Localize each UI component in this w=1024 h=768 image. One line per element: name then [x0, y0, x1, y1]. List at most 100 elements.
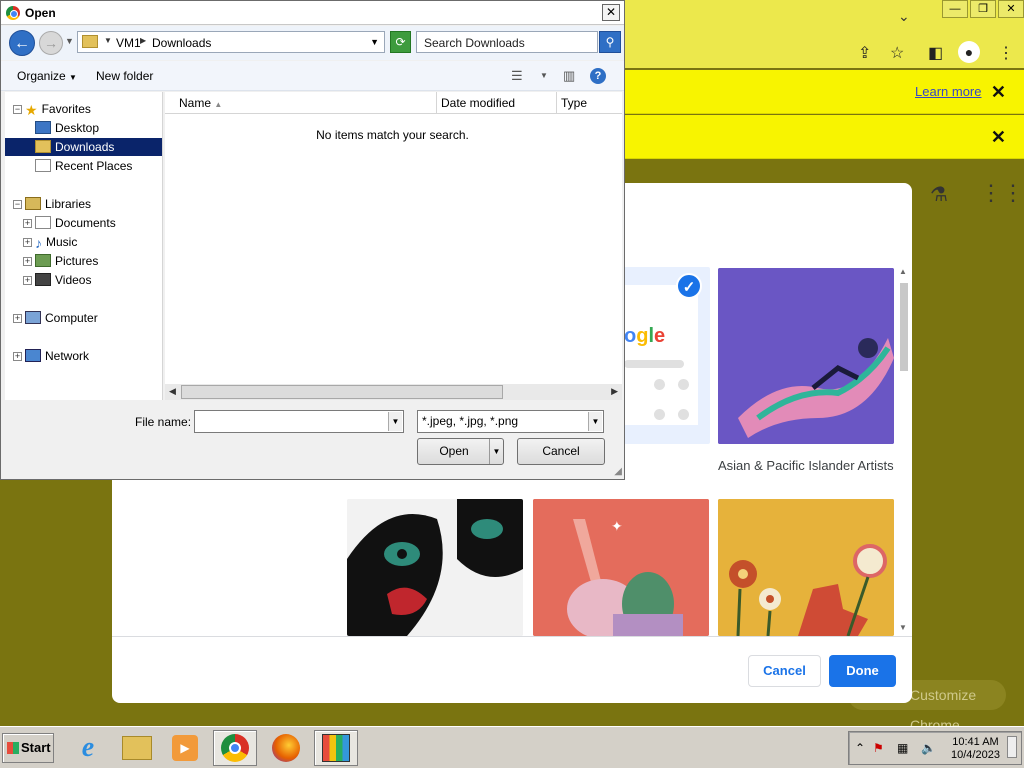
tree-downloads-label: Downloads [55, 140, 115, 154]
address-dropdown-icon[interactable]: ▼ [370, 37, 379, 47]
expand-documents-icon[interactable]: + [23, 219, 32, 228]
scroll-left-arrow-icon[interactable]: ◀ [169, 386, 176, 397]
background-tile-api-artists[interactable] [718, 268, 894, 444]
breadcrumb-separator-icon[interactable]: ▶ [140, 36, 146, 45]
tree-computer[interactable]: Computer [25, 309, 98, 327]
expand-computer-icon[interactable]: + [13, 314, 22, 323]
column-header-name[interactable]: Name ▲ [165, 92, 437, 114]
expand-music-icon[interactable]: + [23, 238, 32, 247]
background-tile-portrait[interactable]: ✦ [533, 499, 709, 636]
customize-done-button[interactable]: Done [829, 655, 896, 687]
media-player-icon[interactable]: ▶ [163, 730, 207, 766]
infobar-1-close-icon[interactable]: ✕ [991, 82, 1006, 103]
address-bar[interactable]: ▼ VM1 ▶ Downloads ▼ [77, 31, 385, 53]
expand-pictures-icon[interactable]: + [23, 257, 32, 266]
cancel-button[interactable]: Cancel [517, 438, 605, 465]
learn-more-link[interactable]: Learn more [915, 84, 981, 99]
firefox-icon[interactable] [264, 730, 308, 766]
bookmark-star-icon[interactable]: ☆ [890, 43, 904, 63]
scroll-right-arrow-icon[interactable]: ▶ [611, 386, 618, 397]
taskbar-clock[interactable]: 10:41 AM 10/4/2023 [951, 736, 1000, 762]
tree-videos[interactable]: Videos [35, 271, 91, 289]
column-header-type[interactable]: Type [557, 92, 622, 114]
labs-flask-icon[interactable]: ⚗ [930, 182, 948, 207]
back-arrow-icon[interactable]: ← [9, 30, 35, 56]
expand-videos-icon[interactable]: + [23, 276, 32, 285]
side-panel-icon[interactable]: ◧ [928, 43, 943, 63]
tree-network[interactable]: Network [25, 347, 89, 365]
collapse-favorites-icon[interactable]: − [13, 105, 22, 114]
restore-button[interactable]: ❐ [970, 0, 996, 18]
dialog-close-button[interactable]: ✕ [602, 4, 620, 21]
file-list-pane[interactable]: Name ▲ Date modified Type No items match… [165, 92, 622, 400]
tree-desktop[interactable]: Desktop [35, 119, 99, 137]
menu-kebab-icon[interactable]: ⋮ [998, 43, 1014, 63]
tree-pictures[interactable]: Pictures [35, 252, 98, 270]
show-desktop-button[interactable] [1007, 736, 1017, 758]
search-input[interactable]: Search Downloads [416, 31, 598, 53]
taskbar: Start e ▶ ⌃ ⚑ ▦ 🔈 10:41 AM 10/4/2023 [0, 726, 1024, 768]
recent-locations-chevron-icon[interactable]: ▼ [65, 36, 74, 46]
start-button[interactable]: Start [2, 733, 54, 763]
open-split-dropdown-icon[interactable]: ▼ [489, 439, 503, 464]
scroll-thumb[interactable] [900, 283, 908, 371]
action-center-flag-icon[interactable]: ⚑ [873, 741, 884, 755]
minimize-button[interactable]: — [942, 0, 968, 18]
file-name-dropdown-icon[interactable]: ▼ [388, 412, 402, 431]
horizontal-scrollbar[interactable]: ◀ ▶ [165, 384, 622, 400]
collapse-libraries-icon[interactable]: − [13, 200, 22, 209]
search-icon[interactable]: ⚲ [599, 31, 621, 53]
network-status-icon[interactable]: ▦ [897, 741, 908, 755]
view-options-chevron-icon[interactable]: ▼ [540, 71, 548, 80]
show-hidden-icons-chevron-icon[interactable]: ⌃ [855, 741, 865, 755]
refresh-icon[interactable]: ⟳ [390, 31, 411, 53]
background-tile-formline[interactable] [347, 499, 523, 636]
libraries-icon [25, 197, 41, 210]
breadcrumb-downloads[interactable]: Downloads [152, 36, 211, 50]
music-note-icon: ♪ [35, 235, 42, 251]
collection-scrollbar[interactable]: ▲ ▼ [898, 267, 910, 637]
forward-arrow-icon[interactable]: → [39, 31, 63, 55]
background-tile-flowers[interactable] [718, 499, 894, 636]
profile-avatar-icon[interactable]: ● [958, 41, 980, 63]
column-header-date[interactable]: Date modified [437, 92, 557, 114]
breadcrumb-separator-icon[interactable]: ▼ [104, 36, 112, 45]
dialog-title-bar[interactable]: Open ✕ [1, 1, 624, 25]
scroll-down-arrow-icon[interactable]: ▼ [899, 623, 907, 632]
tree-music[interactable]: ♪ Music [35, 233, 77, 251]
app-window-icon[interactable] [314, 730, 358, 766]
share-icon[interactable]: ⇪ [858, 43, 871, 63]
tree-libraries[interactable]: Libraries [25, 195, 91, 213]
resize-grip-icon[interactable]: ◢ [614, 466, 622, 477]
help-icon[interactable]: ? [590, 68, 606, 84]
file-explorer-icon[interactable] [115, 730, 159, 766]
organize-button[interactable]: Organize ▼ [17, 69, 77, 83]
chrome-taskbar-icon[interactable] [213, 730, 257, 766]
close-window-button[interactable]: ✕ [998, 0, 1024, 18]
horizontal-scroll-thumb[interactable] [181, 385, 503, 399]
tree-favorites[interactable]: ★ Favorites [25, 100, 91, 118]
tree-documents[interactable]: Documents [35, 214, 116, 232]
file-type-dropdown-icon[interactable]: ▼ [588, 412, 602, 431]
expand-network-icon[interactable]: + [13, 352, 22, 361]
navigation-pane: − ★ Favorites Desktop Downloads Recent Pl… [5, 92, 163, 400]
infobar-2-close-icon[interactable]: ✕ [991, 127, 1006, 148]
open-button-label: Open [439, 444, 469, 458]
downloads-folder-icon [35, 140, 51, 153]
file-type-select[interactable]: *.jpeg, *.jpg, *.png ▼ [417, 410, 604, 433]
tree-recent-places[interactable]: Recent Places [35, 157, 132, 175]
preview-pane-icon[interactable]: ▥ [563, 68, 575, 84]
internet-explorer-icon[interactable]: e [66, 730, 110, 766]
new-folder-button[interactable]: New folder [96, 69, 153, 83]
customize-cancel-button[interactable]: Cancel [748, 655, 821, 687]
scroll-up-arrow-icon[interactable]: ▲ [899, 267, 907, 276]
breadcrumb-vm1[interactable]: VM1 [116, 36, 141, 50]
tree-downloads[interactable]: Downloads [5, 138, 162, 156]
apps-grid-icon[interactable]: ⋮⋮⋮ [980, 180, 1024, 206]
volume-muted-icon[interactable]: 🔈 [921, 741, 936, 755]
tab-search-chevron-icon[interactable]: ⌄ [898, 8, 910, 25]
clock-time: 10:41 AM [952, 736, 999, 748]
open-button[interactable]: Open ▼ [417, 438, 504, 465]
file-name-input[interactable]: ▼ [194, 410, 404, 433]
change-view-icon[interactable]: ☰ [511, 68, 523, 84]
